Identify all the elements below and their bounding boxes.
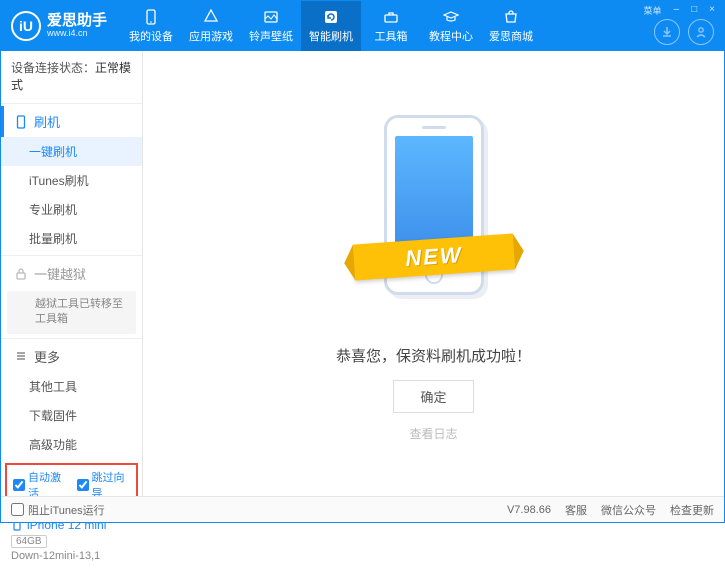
sidebar-item-other-tools[interactable]: 其他工具 — [1, 372, 142, 401]
lock-icon — [14, 267, 28, 281]
logo-icon: iU — [11, 11, 41, 41]
main-content: NEW 恭喜您，保资料刷机成功啦！ 确定 查看日志 — [143, 51, 724, 496]
connection-status: 设备连接状态：正常模式 — [1, 51, 142, 101]
sidebar-item-advanced[interactable]: 高级功能 — [1, 430, 142, 459]
sidebar-item-batch-flash[interactable]: 批量刷机 — [1, 224, 142, 253]
main-nav: 我的设备 应用游戏 铃声壁纸 智能刷机 工具箱 教程中心 — [121, 1, 541, 51]
minimize-button[interactable]: – — [671, 3, 683, 18]
nav-toolbox[interactable]: 工具箱 — [361, 1, 421, 51]
phone-icon — [142, 8, 160, 26]
status-bar: 阻止iTunes运行 V7.98.66 客服 微信公众号 检查更新 — [1, 496, 724, 522]
app-name: 爱思助手 — [47, 13, 107, 30]
section-more[interactable]: 更多 — [1, 341, 142, 372]
sidebar-item-itunes-flash[interactable]: iTunes刷机 — [1, 166, 142, 195]
device-detail: Down-12mini-13,1 — [11, 550, 132, 562]
apps-icon — [202, 8, 220, 26]
window-controls: 菜单 – □ × — [641, 3, 718, 18]
section-jailbreak[interactable]: 一键越狱 — [1, 258, 142, 289]
app-logo: iU 爱思助手 www.i4.cn — [11, 11, 121, 41]
sidebar: 设备连接状态：正常模式 刷机 一键刷机 iTunes刷机 专业刷机 批量刷机 一… — [1, 51, 143, 496]
wechat-link[interactable]: 微信公众号 — [601, 502, 656, 518]
maximize-button[interactable]: □ — [688, 3, 700, 18]
section-flash[interactable]: 刷机 — [1, 106, 142, 137]
list-icon — [14, 349, 28, 363]
ok-button[interactable]: 确定 — [393, 380, 473, 413]
view-log-link[interactable]: 查看日志 — [409, 425, 457, 442]
check-update-link[interactable]: 检查更新 — [670, 502, 714, 518]
nav-apps[interactable]: 应用游戏 — [181, 1, 241, 51]
download-button[interactable] — [654, 19, 680, 45]
sidebar-item-download-firmware[interactable]: 下载固件 — [1, 401, 142, 430]
title-bar: iU 爱思助手 www.i4.cn 我的设备 应用游戏 铃声壁纸 智能刷机 — [1, 1, 724, 51]
sidebar-item-pro-flash[interactable]: 专业刷机 — [1, 195, 142, 224]
nav-tutorial[interactable]: 教程中心 — [421, 1, 481, 51]
flash-icon — [322, 8, 340, 26]
success-message: 恭喜您，保资料刷机成功啦！ — [336, 345, 531, 366]
jailbreak-note: 越狱工具已转移至 工具箱 — [7, 291, 136, 334]
version-label: V7.98.66 — [507, 504, 551, 516]
store-icon — [502, 8, 520, 26]
sidebar-item-oneclick-flash[interactable]: 一键刷机 — [1, 137, 142, 166]
storage-badge: 64GB — [11, 535, 47, 548]
app-site: www.i4.cn — [47, 29, 107, 39]
graduation-icon — [442, 8, 460, 26]
menu-button[interactable]: 菜单 — [641, 3, 665, 18]
nav-flash[interactable]: 智能刷机 — [301, 1, 361, 51]
new-banner: NEW — [352, 233, 514, 280]
phone-outline-icon — [14, 115, 28, 129]
toolbox-icon — [382, 8, 400, 26]
support-link[interactable]: 客服 — [565, 502, 587, 518]
nav-ringtone[interactable]: 铃声壁纸 — [241, 1, 301, 51]
wallpaper-icon — [262, 8, 280, 26]
close-button[interactable]: × — [706, 3, 718, 18]
checkbox-block-itunes[interactable]: 阻止iTunes运行 — [11, 502, 105, 518]
phone-illustration: NEW — [364, 105, 504, 325]
user-button[interactable] — [688, 19, 714, 45]
nav-my-device[interactable]: 我的设备 — [121, 1, 181, 51]
nav-store[interactable]: 爱思商城 — [481, 1, 541, 51]
